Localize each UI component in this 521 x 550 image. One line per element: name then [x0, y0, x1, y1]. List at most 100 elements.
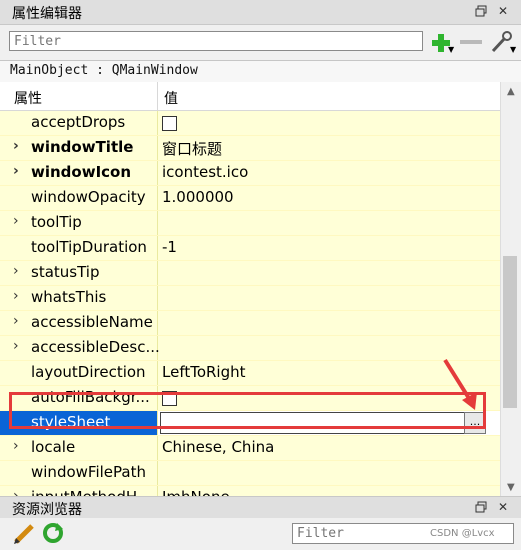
- property-name-text: accessibleDesc...: [31, 338, 160, 356]
- property-name-text: statusTip: [31, 263, 100, 281]
- property-name: › windowTitle: [0, 136, 158, 160]
- float-icon[interactable]: [474, 4, 488, 18]
- property-name: › accessibleDesc...: [0, 336, 160, 360]
- property-name-text: inputMethodH...: [31, 488, 151, 496]
- reload-icon[interactable]: [42, 522, 64, 548]
- property-name: › statusTip: [0, 261, 158, 285]
- expand-chevron-icon[interactable]: ›: [13, 488, 19, 496]
- property-row[interactable]: › windowTitle 窗口标题: [0, 136, 500, 161]
- add-property-icon[interactable]: [430, 32, 450, 52]
- filter-bar: ▼ ▼: [0, 25, 521, 61]
- expand-chevron-icon[interactable]: ›: [13, 313, 19, 329]
- property-value[interactable]: [158, 111, 500, 135]
- property-row[interactable]: › locale Chinese, China: [0, 436, 500, 461]
- dock-title: 属性编辑器: [12, 6, 82, 22]
- property-row[interactable]: › statusTip: [0, 261, 500, 286]
- scroll-up-icon[interactable]: ▲: [507, 86, 515, 97]
- property-row[interactable]: layoutDirection LeftToRight: [0, 361, 500, 386]
- object-class-line: MainObject : QMainWindow: [0, 60, 521, 84]
- wrench-icon[interactable]: [490, 30, 512, 54]
- property-value[interactable]: ImhNone: [158, 486, 500, 496]
- property-row[interactable]: toolTipDuration -1: [0, 236, 500, 261]
- dock-title: 资源浏览器: [12, 502, 82, 518]
- property-value-text: icontest.ico: [162, 163, 249, 181]
- property-name: › inputMethodH...: [0, 486, 158, 496]
- property-name-text: accessibleName: [31, 313, 153, 331]
- expand-chevron-icon[interactable]: ›: [13, 338, 19, 354]
- property-value[interactable]: [158, 211, 500, 235]
- property-name-text: windowTitle: [31, 138, 134, 156]
- header-property[interactable]: 属性: [0, 82, 158, 110]
- property-row[interactable]: › accessibleName: [0, 311, 500, 336]
- property-rows: acceptDrops › windowTitle 窗口标题 › windowIcon ic…: [0, 111, 500, 496]
- property-value[interactable]: 窗口标题: [158, 136, 500, 160]
- property-name-text: windowFilePath: [31, 463, 146, 481]
- property-row[interactable]: › whatsThis: [0, 286, 500, 311]
- expand-chevron-icon[interactable]: ›: [13, 138, 19, 154]
- header-value[interactable]: 值: [158, 82, 500, 110]
- property-value-text: ImhNone: [162, 488, 230, 496]
- property-value[interactable]: icontest.ico: [158, 161, 500, 185]
- close-icon[interactable]: ✕: [496, 500, 510, 514]
- property-name: acceptDrops: [0, 111, 158, 135]
- close-icon[interactable]: ✕: [496, 4, 510, 18]
- property-value-text: LeftToRight: [162, 363, 246, 381]
- expand-chevron-icon[interactable]: ›: [13, 438, 19, 454]
- scrollbar-thumb[interactable]: [503, 256, 517, 408]
- property-row[interactable]: › toolTip: [0, 211, 500, 236]
- property-name: › toolTip: [0, 211, 158, 235]
- property-value-text: 窗口标题: [162, 140, 223, 158]
- highlight-box: [9, 392, 486, 429]
- property-row[interactable]: › windowIcon icontest.ico: [0, 161, 500, 186]
- property-value-text: -1: [162, 238, 177, 256]
- annotation-arrow-icon: [443, 358, 477, 410]
- property-value[interactable]: [158, 311, 500, 335]
- edit-pencil-icon[interactable]: [12, 522, 36, 550]
- property-row[interactable]: › inputMethodH... ImhNone: [0, 486, 500, 496]
- resource-browser-titlebar: 资源浏览器 ✕: [0, 496, 521, 519]
- property-row[interactable]: windowOpacity 1.000000: [0, 186, 500, 211]
- property-name: layoutDirection: [0, 361, 158, 385]
- dropdown-arrow-icon[interactable]: ▼: [448, 45, 454, 54]
- dropdown-arrow-icon[interactable]: ▼: [510, 45, 516, 54]
- property-name: › whatsThis: [0, 286, 158, 310]
- expand-chevron-icon[interactable]: ›: [13, 288, 19, 304]
- property-name-text: windowIcon: [31, 163, 132, 181]
- property-value[interactable]: Chinese, China: [158, 436, 500, 460]
- expand-chevron-icon[interactable]: ›: [13, 163, 19, 179]
- expand-chevron-icon[interactable]: ›: [13, 263, 19, 279]
- expand-chevron-icon[interactable]: ›: [13, 213, 19, 229]
- property-name: › accessibleName: [0, 311, 158, 335]
- filter-input[interactable]: [9, 31, 423, 51]
- property-name-text: layoutDirection: [31, 363, 146, 381]
- property-name: › windowIcon: [0, 161, 158, 185]
- grid-header: 属性 值: [0, 82, 500, 111]
- watermark: CSDN @Lvcx: [430, 528, 495, 539]
- property-name-text: locale: [31, 438, 76, 456]
- property-value-text: 1.000000: [162, 188, 234, 206]
- scroll-down-icon[interactable]: ▼: [507, 482, 515, 493]
- float-icon[interactable]: [474, 500, 488, 514]
- property-value[interactable]: [158, 261, 500, 285]
- property-name-text: windowOpacity: [31, 188, 146, 206]
- property-value-text: Chinese, China: [162, 438, 275, 456]
- property-row[interactable]: windowFilePath: [0, 461, 500, 486]
- property-grid: 属性 值 acceptDrops › windowTitle 窗口标题 › windowI…: [0, 82, 500, 496]
- property-name-text: acceptDrops: [31, 113, 126, 131]
- property-name: toolTipDuration: [0, 236, 158, 260]
- object-class-text: MainObject : QMainWindow: [10, 63, 198, 78]
- property-value[interactable]: -1: [158, 236, 500, 260]
- property-name: windowFilePath: [0, 461, 158, 485]
- property-value[interactable]: [158, 461, 500, 485]
- remove-property-icon[interactable]: [460, 40, 482, 44]
- property-name: › locale: [0, 436, 158, 460]
- property-name-text: toolTipDuration: [31, 238, 147, 256]
- property-value[interactable]: [158, 286, 500, 310]
- property-row[interactable]: acceptDrops: [0, 111, 500, 136]
- checkbox[interactable]: [162, 116, 177, 131]
- property-name-text: whatsThis: [31, 288, 107, 306]
- property-value[interactable]: 1.000000: [158, 186, 500, 210]
- property-row[interactable]: › accessibleDesc...: [0, 336, 500, 361]
- property-name-text: toolTip: [31, 213, 82, 231]
- property-editor-titlebar: 属性编辑器 ✕: [0, 0, 521, 25]
